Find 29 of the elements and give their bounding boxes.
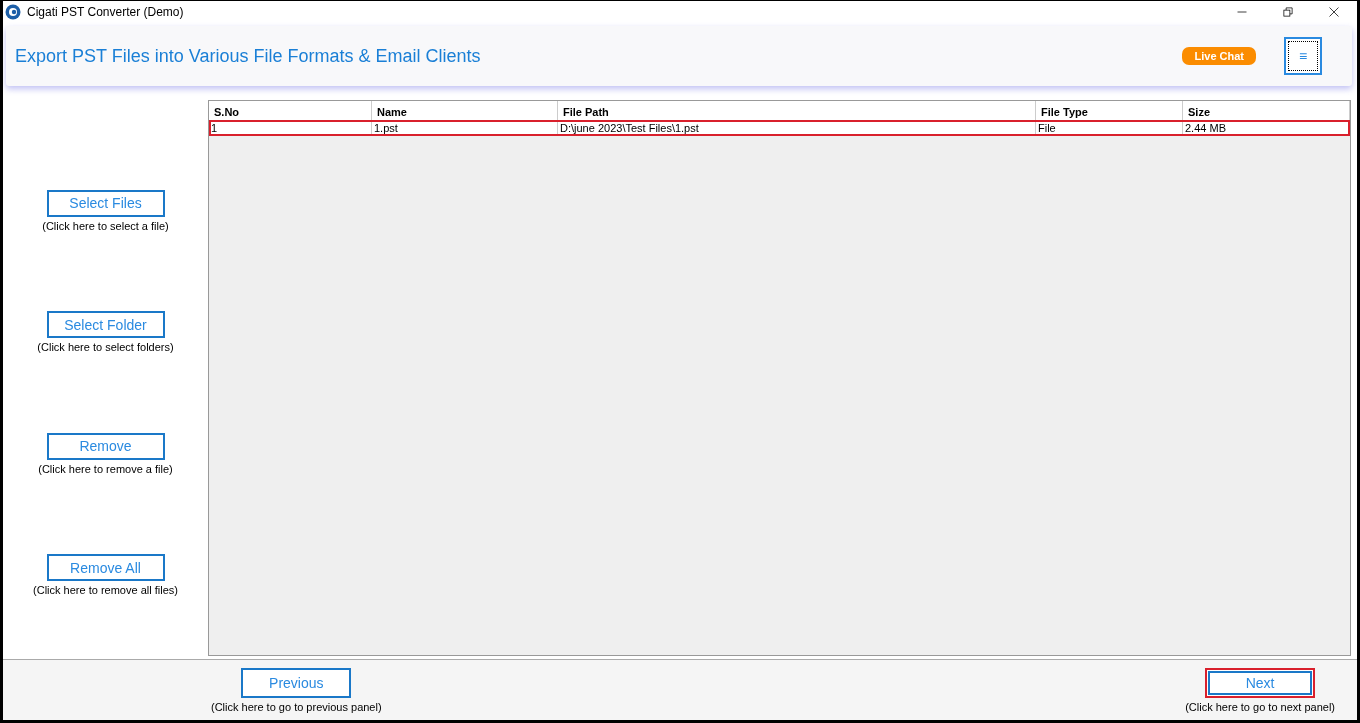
column-header[interactable]: Size	[1182, 101, 1350, 120]
action-button[interactable]: Select Folder	[46, 311, 165, 339]
menu-button[interactable]: ≡	[1284, 37, 1322, 75]
hint-text: (Click here to go to previous panel)	[211, 701, 382, 713]
column-header[interactable]: File Path	[557, 101, 1036, 120]
close-icon[interactable]	[1328, 6, 1340, 18]
live-chat-button[interactable]: Live Chat	[1182, 47, 1256, 65]
table-cell: File	[1035, 120, 1183, 136]
app-heading: Export PST Files into Various File Formats & Email Clients	[15, 45, 482, 67]
restore-icon[interactable]	[1282, 6, 1294, 18]
table-cell: 1.pst	[371, 120, 558, 136]
nav-button[interactable]: Next	[1205, 668, 1316, 698]
table-cell: 2.44 MB	[1182, 120, 1350, 136]
action-button[interactable]: Remove	[46, 432, 165, 460]
column-header[interactable]: File Type	[1035, 101, 1183, 120]
column-header[interactable]: S.No	[209, 101, 372, 120]
action-button[interactable]: Remove All	[46, 554, 165, 582]
action-button[interactable]: Select Files	[46, 189, 165, 217]
hint-text: (Click here to select folders)	[37, 341, 174, 354]
hint-text: (Click here to remove all files)	[33, 584, 178, 597]
hint-text: (Click here to go to next panel)	[1185, 701, 1335, 713]
nav-button[interactable]: Previous	[241, 668, 352, 698]
table-cell: D:\june 2023\Test Files\1.pst	[557, 120, 1036, 136]
column-header[interactable]: Name	[371, 101, 558, 120]
table-row[interactable]: 1 1.pst D:\june 2023\Test Files\1.pst File 2.44 MB	[209, 120, 1350, 136]
table-cell: 1	[209, 120, 372, 136]
hint-text: (Click here to select a file)	[42, 219, 169, 232]
hint-text: (Click here to remove a file)	[38, 462, 173, 475]
window-title: Cigati PST Converter (Demo)	[27, 5, 184, 19]
